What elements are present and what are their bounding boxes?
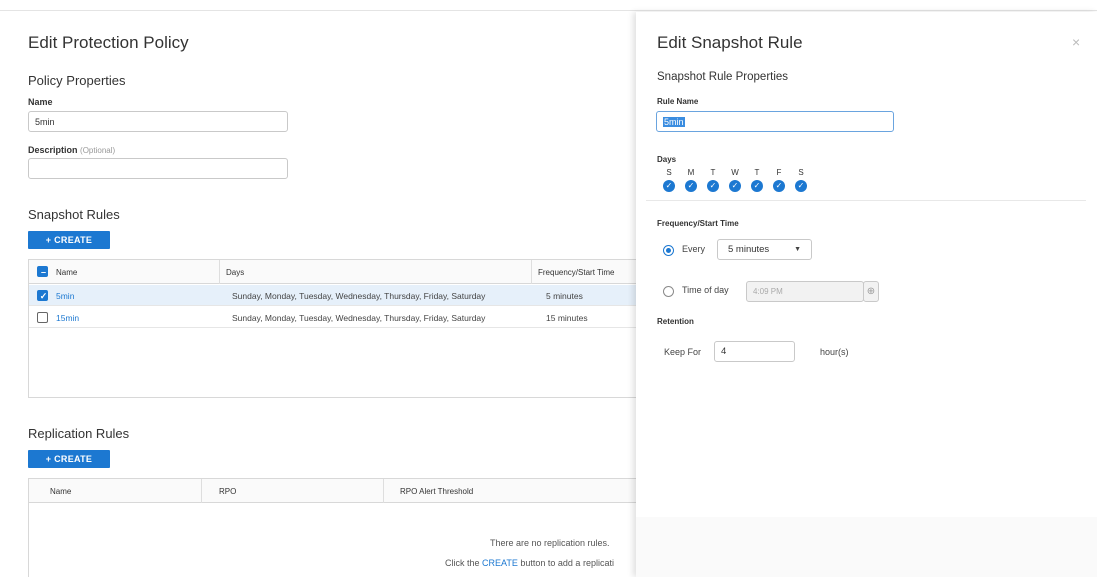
day-letter: T (754, 168, 760, 177)
time-of-day-value: 4:09 PM (753, 287, 783, 296)
time-of-day-radio[interactable] (663, 286, 674, 297)
day-letter: T (710, 168, 716, 177)
policy-name-input[interactable]: 5min (28, 111, 288, 132)
column-header-rpo-alert-threshold[interactable]: RPO Alert Threshold (400, 479, 473, 503)
rule-name-input[interactable]: 5min (656, 111, 894, 132)
select-all-checkbox[interactable]: – (37, 266, 48, 277)
day-letter: M (687, 168, 695, 177)
frequency-label: Frequency/Start Time (657, 219, 739, 228)
day-checkbox-tuesday[interactable]: ✓ (707, 180, 719, 192)
time-of-day-input[interactable]: 4:09 PM (746, 281, 864, 302)
row-checkbox[interactable]: ✓ (37, 290, 48, 301)
day-checkbox-thursday[interactable]: ✓ (751, 180, 763, 192)
table-header: – Name Days Frequency/Start Time (29, 260, 641, 284)
day-letter: S (666, 168, 672, 177)
column-header-name[interactable]: Name (56, 260, 77, 284)
policy-name-value: 5min (35, 116, 55, 127)
name-label: Name (28, 97, 53, 107)
day-checkbox-saturday[interactable]: ✓ (795, 180, 807, 192)
clock-icon[interactable]: ⊕ (863, 281, 879, 302)
day-checkbox-sunday[interactable]: ✓ (663, 180, 675, 192)
divider (646, 200, 1086, 201)
snapshot-rules-heading: Snapshot Rules (28, 207, 120, 222)
days-label: Days (657, 155, 677, 164)
day-checkbox-wednesday[interactable]: ✓ (729, 180, 741, 192)
create-snapshot-rule-button[interactable]: + CREATE (28, 231, 110, 249)
rule-name-link[interactable]: 15min (56, 307, 79, 328)
empty-state-hint: Click the CREATE button to add a replica… (445, 558, 614, 568)
table-row[interactable]: 15min Sunday, Monday, Tuesday, Wednesday… (29, 307, 641, 328)
keep-for-label: Keep For (664, 347, 702, 357)
table-header: Name RPO RPO Alert Threshold (29, 479, 641, 503)
day-letter: F (776, 168, 782, 177)
every-label: Every (682, 244, 706, 254)
every-radio[interactable] (663, 245, 674, 256)
panel-title: Edit Snapshot Rule (657, 33, 803, 52)
every-value: 5 minutes (728, 244, 770, 255)
rule-days: Sunday, Monday, Tuesday, Wednesday, Thur… (232, 312, 486, 323)
column-header-rpo[interactable]: RPO (219, 479, 236, 503)
table-row[interactable]: ✓ 5min Sunday, Monday, Tuesday, Wednesda… (29, 285, 641, 306)
description-input[interactable] (28, 158, 288, 179)
time-of-day-label: Time of day (682, 285, 729, 295)
row-checkbox[interactable] (37, 312, 48, 323)
rule-name-value: 5min (663, 116, 685, 127)
edit-protection-policy-page: Edit Protection Policy Policy Properties… (0, 0, 642, 577)
rule-name-label: Rule Name (657, 97, 699, 106)
rule-frequency: 15 minutes (546, 312, 588, 323)
retention-label: Retention (657, 317, 694, 326)
rule-frequency: 5 minutes (546, 290, 583, 301)
day-checkbox-friday[interactable]: ✓ (773, 180, 785, 192)
keep-for-input[interactable]: 4 (714, 341, 795, 362)
day-letter: S (798, 168, 804, 177)
snapshot-rule-properties-heading: Snapshot Rule Properties (657, 71, 789, 83)
snapshot-rules-table: – Name Days Frequency/Start Time ✓ 5min … (28, 259, 642, 398)
rule-name-link[interactable]: 5min (56, 285, 74, 306)
close-icon[interactable]: × (1072, 34, 1080, 50)
day-checkbox-monday[interactable]: ✓ (685, 180, 697, 192)
create-replication-rule-button[interactable]: + CREATE (28, 450, 110, 468)
create-link[interactable]: CREATE (482, 558, 518, 568)
policy-properties-heading: Policy Properties (28, 73, 126, 88)
chevron-down-icon: ▼ (794, 246, 801, 253)
page-title: Edit Protection Policy (28, 33, 189, 52)
replication-rules-table: Name RPO RPO Alert Threshold There are n… (28, 478, 642, 577)
column-header-name[interactable]: Name (50, 479, 71, 503)
edit-snapshot-rule-panel: Edit Snapshot Rule × Snapshot Rule Prope… (636, 12, 1097, 577)
description-label: Description (Optional) (28, 145, 116, 155)
column-header-days[interactable]: Days (226, 260, 244, 284)
rule-days: Sunday, Monday, Tuesday, Wednesday, Thur… (232, 290, 486, 301)
column-header-frequency[interactable]: Frequency/Start Time (538, 260, 614, 284)
replication-rules-heading: Replication Rules (28, 426, 130, 441)
keep-for-unit: hour(s) (820, 347, 849, 357)
every-dropdown[interactable]: 5 minutes ▼ (717, 239, 812, 260)
keep-for-value: 4 (721, 346, 727, 357)
optional-tag: (Optional) (80, 146, 116, 155)
empty-state-text: There are no replication rules. (490, 538, 610, 548)
day-letter: W (731, 168, 739, 177)
